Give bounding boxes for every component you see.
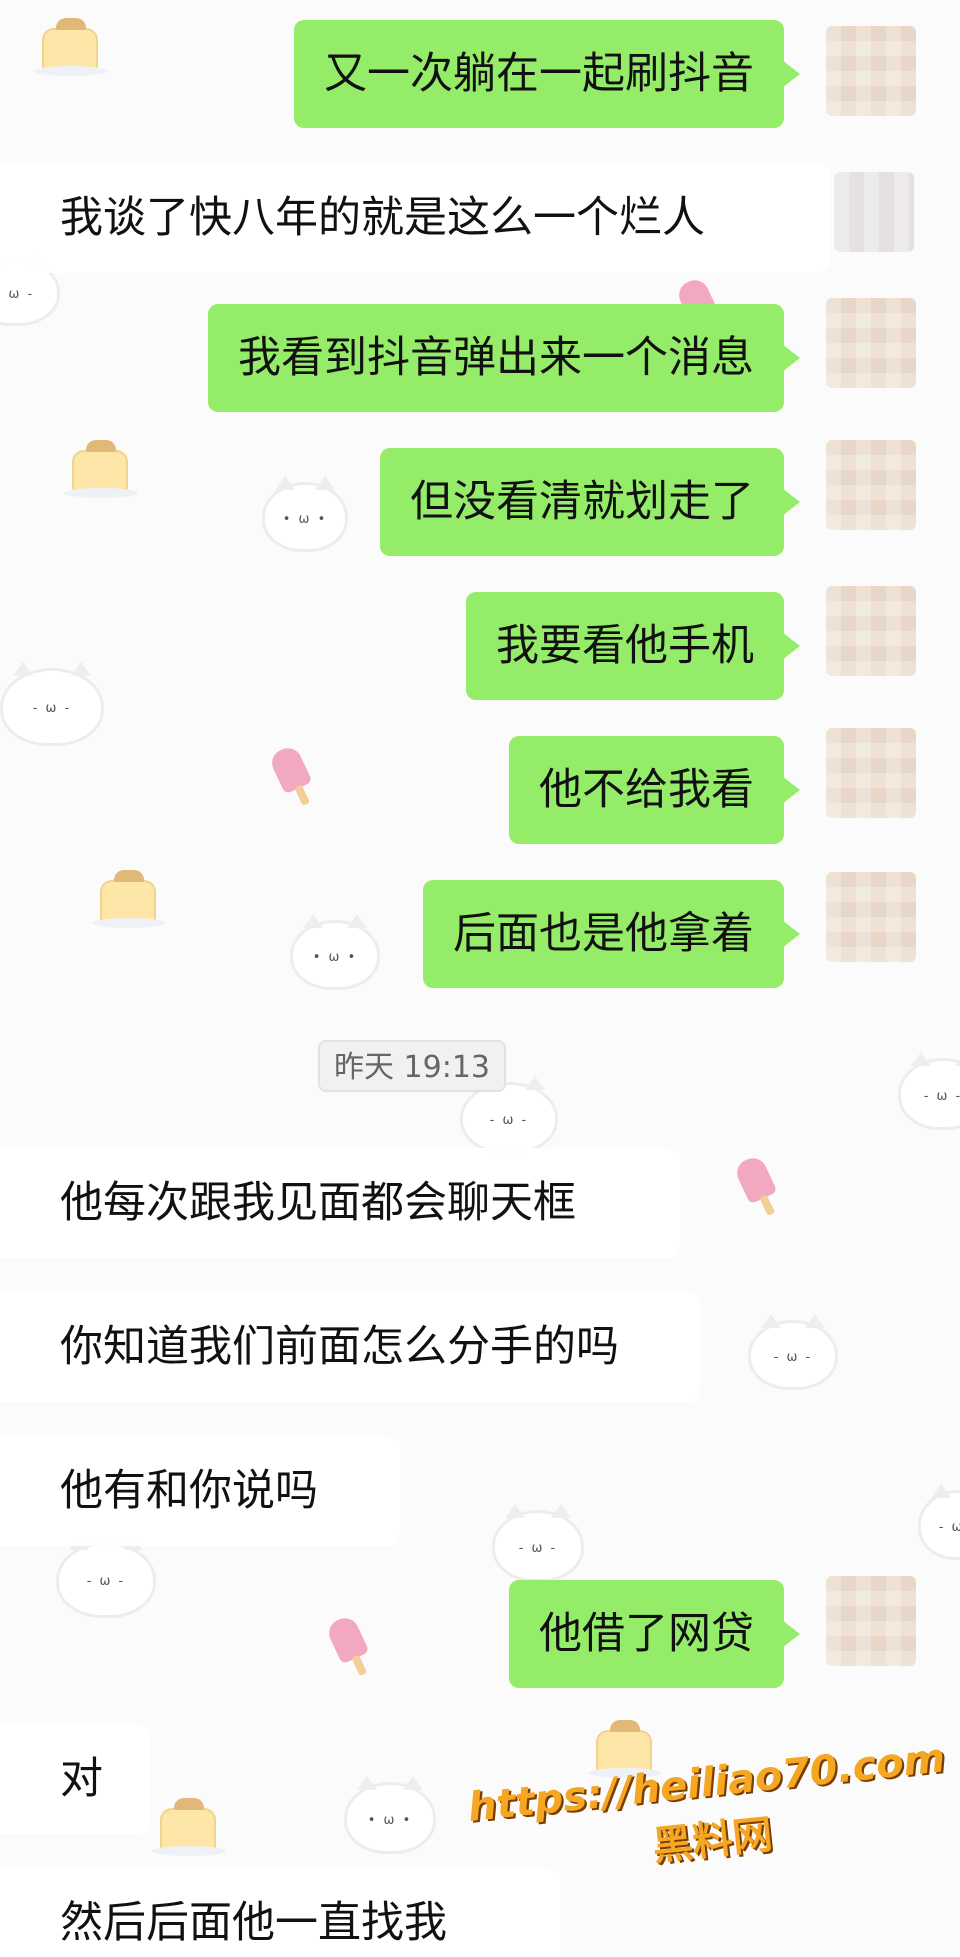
cat-sticker-icon: • ω • xyxy=(290,914,380,990)
cat-sticker-icon: • ω • xyxy=(262,476,348,552)
blurred-avatar[interactable] xyxy=(826,1576,916,1666)
cat-sticker-icon: - ω - xyxy=(748,1314,838,1390)
cat-sticker-icon: - ω - xyxy=(0,662,104,746)
blurred-avatar[interactable] xyxy=(826,26,916,116)
cat-sticker-icon: - ω - xyxy=(898,1052,960,1130)
received-message-bubble[interactable]: 我谈了快八年的就是这么一个烂人 xyxy=(0,163,830,273)
cat-sticker-icon: - ω - xyxy=(492,1504,584,1582)
blurred-avatar[interactable] xyxy=(826,298,916,388)
sent-message-bubble[interactable]: 后面也是他拿着 xyxy=(423,880,800,988)
sent-message-bubble[interactable]: 又一次躺在一起刷抖音 xyxy=(294,20,800,128)
received-message-bubble[interactable]: 他有和你说吗 xyxy=(0,1436,400,1546)
pudding-sticker-icon xyxy=(92,870,166,928)
sent-message-bubble[interactable]: 但没看清就划走了 xyxy=(380,448,800,556)
watermark: https://heiliao70.com 黑料网 xyxy=(466,1735,954,1891)
received-message-bubble[interactable]: 他每次跟我见面都会聊天框 xyxy=(0,1148,680,1258)
pudding-sticker-icon xyxy=(34,18,108,76)
sent-message-bubble[interactable]: 我要看他手机 xyxy=(466,592,800,700)
cat-sticker-icon: • ω • xyxy=(344,1776,436,1854)
popsicle-sticker-icon xyxy=(267,743,313,795)
sent-message-bubble[interactable]: 我看到抖音弹出来一个消息 xyxy=(208,304,800,412)
sent-message-bubble[interactable]: 他借了网贷 xyxy=(509,1580,800,1688)
blurred-avatar[interactable] xyxy=(826,586,916,676)
popsicle-sticker-icon xyxy=(732,1153,778,1205)
cat-sticker-icon: - ω - xyxy=(56,1536,156,1618)
blurred-avatar[interactable] xyxy=(834,172,914,252)
blurred-avatar[interactable] xyxy=(826,728,916,818)
received-message-bubble[interactable]: 你知道我们前面怎么分手的吗 xyxy=(0,1292,700,1402)
message-timestamp: 昨天 19:13 xyxy=(318,1040,506,1092)
sent-message-bubble[interactable]: 他不给我看 xyxy=(509,736,800,844)
cat-sticker-icon: - ω - xyxy=(918,1484,960,1560)
blurred-avatar[interactable] xyxy=(826,872,916,962)
blurred-avatar[interactable] xyxy=(826,440,916,530)
pudding-sticker-icon xyxy=(64,440,138,498)
pudding-sticker-icon xyxy=(152,1798,226,1856)
popsicle-sticker-icon xyxy=(324,1613,370,1665)
received-message-bubble[interactable]: 对 xyxy=(0,1724,150,1834)
